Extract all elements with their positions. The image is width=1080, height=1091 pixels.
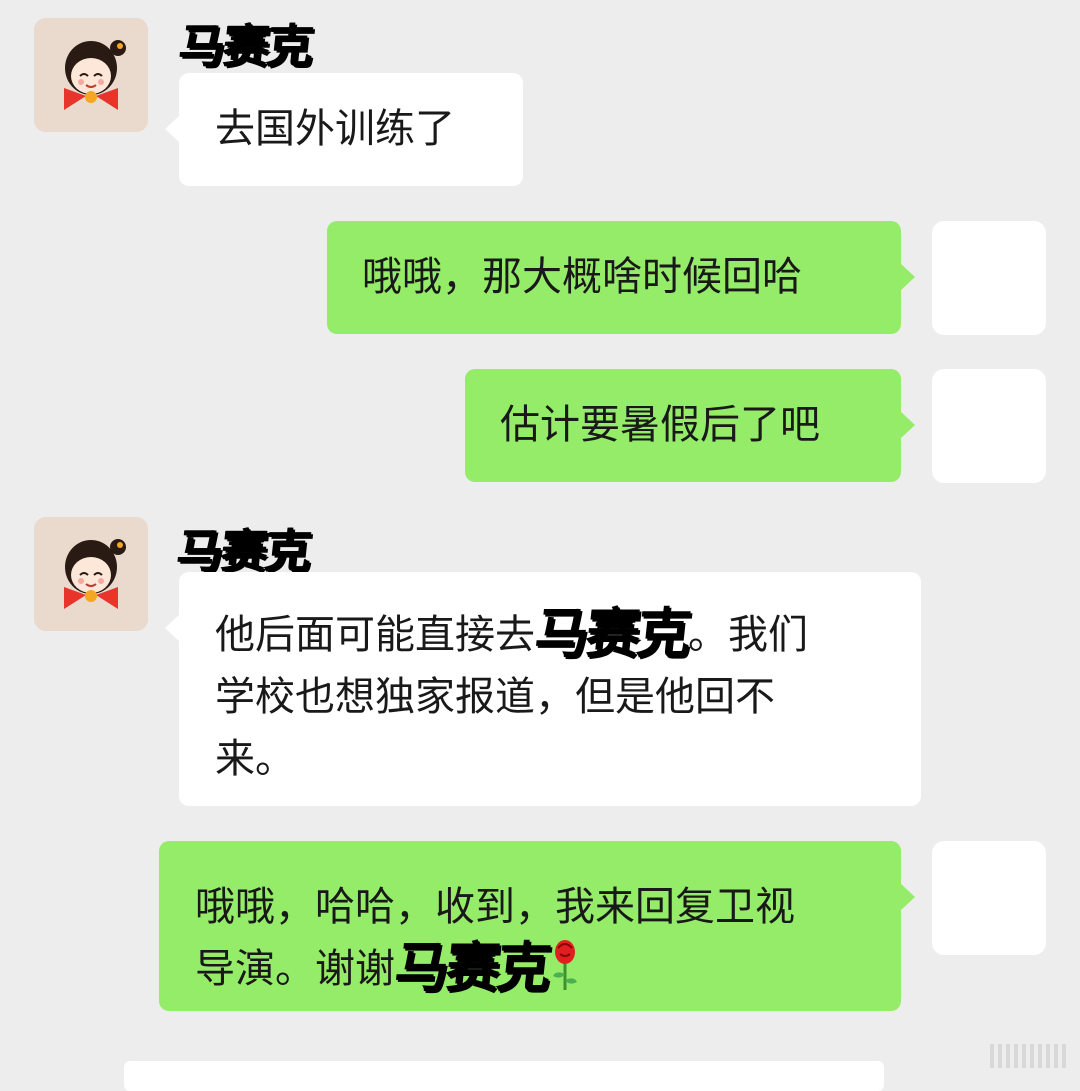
inline-sender-name: 马赛克 xyxy=(531,602,692,665)
inline-sender-name: 马赛克 xyxy=(391,936,552,999)
sender-name: 马赛克 xyxy=(176,19,315,73)
message-line: 学校也想独家报道，但是他回不 xyxy=(215,674,775,720)
message-input-field[interactable] xyxy=(124,1061,884,1091)
message-text: 估计要暑假后了吧 xyxy=(500,402,820,448)
message-text: 导演。谢谢 xyxy=(195,946,395,992)
message-text: 他后面可能直接去 xyxy=(215,612,535,658)
message-line: 导演。谢谢马赛克 xyxy=(195,936,901,1000)
outgoing-message-bubble[interactable]: 哦哦，那大概啥时候回哈 xyxy=(327,221,915,334)
incoming-message-bubble[interactable]: 去国外训练了 xyxy=(165,73,523,186)
cartoon-girl-avatar-icon xyxy=(34,517,148,631)
outgoing-message-bubble[interactable]: 估计要暑假后了吧 xyxy=(465,369,915,482)
contact-avatar[interactable] xyxy=(34,18,148,132)
message-text: 去国外训练了 xyxy=(215,106,455,152)
outgoing-message-bubble[interactable]: 哦哦，哈哈，收到，我来回复卫视 导演。谢谢马赛克 xyxy=(159,841,915,1011)
rose-emoji-icon xyxy=(548,938,582,992)
my-avatar[interactable] xyxy=(932,841,1046,955)
watermark-icon xyxy=(988,1038,1072,1072)
incoming-message-bubble[interactable]: 他后面可能直接去马赛克。我们 学校也想独家报道，但是他回不 来。 xyxy=(165,572,921,806)
message-text: 哦哦，那大概啥时候回哈 xyxy=(362,254,802,300)
cartoon-girl-avatar-icon xyxy=(34,18,148,132)
contact-avatar[interactable] xyxy=(34,517,148,631)
message-line: 哦哦，哈哈，收到，我来回复卫视 xyxy=(195,884,795,930)
message-line: 来。 xyxy=(215,736,295,782)
my-avatar[interactable] xyxy=(932,369,1046,483)
my-avatar[interactable] xyxy=(932,221,1046,335)
message-text: 。我们 xyxy=(688,612,808,658)
message-line: 他后面可能直接去马赛克。我们 xyxy=(215,602,921,666)
